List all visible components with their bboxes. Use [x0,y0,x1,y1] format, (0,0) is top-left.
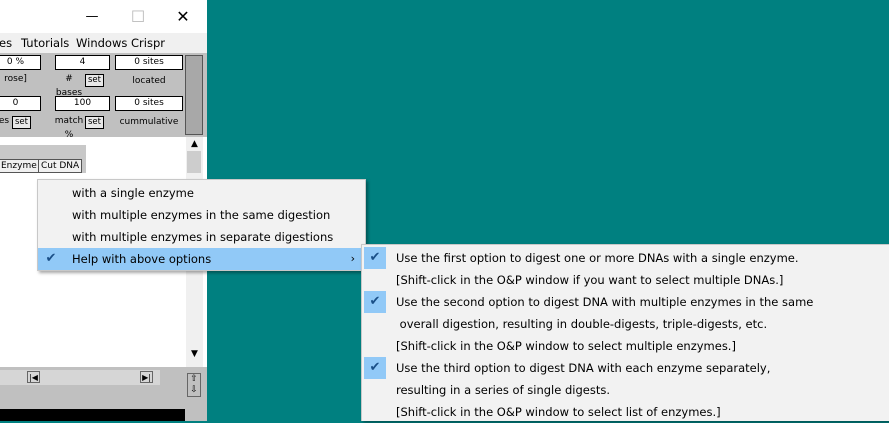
help-item-8[interactable]: [Shift-click in the O&P window to select… [362,401,889,423]
panel-scroll-track[interactable] [185,55,203,135]
help-item-label: overall digestion, resulting in double-d… [396,317,768,331]
menu-item-label: with multiple enzymes in the same digest… [72,208,331,222]
menu-item-crispr[interactable]: Crispr [131,36,165,50]
sites-cumulative-value[interactable]: 0 sites [115,96,183,111]
resize-icon[interactable]: ⇧ ⇩ [187,373,201,397]
help-submenu: ✔ Use the first option to digest one or … [361,244,889,421]
scroll-up-icon[interactable]: ▲ [186,139,203,149]
percent-value[interactable]: 0 % [0,55,41,70]
menu-item-help-options[interactable]: ✔ Help with above options › [38,248,365,270]
help-item-label: [Shift-click in the O&P window if you wa… [396,273,784,287]
scroll-down-icon[interactable]: ▼ [186,349,203,359]
menu-item-same-digestion[interactable]: with multiple enzymes in the same digest… [38,204,365,226]
scroll-last-icon[interactable]: ▶| [140,371,153,383]
title-bar[interactable]: — ☐ ✕ [0,0,207,32]
help-item-4[interactable]: overall digestion, resulting in double-d… [362,313,889,335]
checkmark-icon: ✔ [364,357,386,379]
help-item-5[interactable]: [Shift-click in the O&P window to select… [362,335,889,357]
maximize-icon: ☐ [130,6,146,26]
status-bar [0,409,185,421]
match-set-button[interactable]: set [85,116,104,129]
help-item-label: Use the second option to digest DNA with… [396,295,814,309]
close-icon: ✕ [176,6,190,26]
menu-item-partial[interactable]: es [0,36,12,50]
match-value[interactable]: 100 [55,96,110,111]
help-item-label: resulting in a series of single digests. [396,383,610,397]
menu-item-label: Help with above options [72,252,212,266]
scroll-first-icon[interactable]: |◀ [27,371,40,383]
sites-cumulative-label: cummulative [119,117,179,127]
checkmark-icon: ✔ [364,291,386,313]
bottom-strip: |◀ ▶| ⇧ ⇩ [0,367,207,421]
help-item-6[interactable]: ✔ Use the third option to digest DNA wit… [362,357,889,379]
cut-dna-button[interactable]: Cut DNA [38,159,83,173]
bases-set-button[interactable]: set [85,74,104,87]
menu-item-windows[interactable]: Windows [76,36,127,50]
menu-item-tutorials[interactable]: Tutorials [21,36,69,50]
minimize-icon: — [85,8,99,24]
help-item-label: Use the first option to digest one or mo… [396,251,799,265]
enzyme-button[interactable]: Enzyme [0,159,40,173]
menu-item-separate-digestions[interactable]: with multiple enzymes in separate digest… [38,226,365,248]
help-item-label: [Shift-click in the O&P window to select… [396,339,736,353]
menu-item-single-enzyme[interactable]: with a single enzyme [38,182,365,204]
help-item-3[interactable]: ✔ Use the second option to digest DNA wi… [362,291,889,313]
minimize-button[interactable]: — [69,0,115,32]
close-button[interactable]: ✕ [160,0,206,32]
left-value-2[interactable]: 0 [0,96,41,111]
left-label-2: es [0,116,10,126]
help-item-label: Use the third option to digest DNA with … [396,361,771,375]
horizontal-scroll-track[interactable] [0,370,160,385]
help-item-1[interactable]: ✔ Use the first option to digest one or … [362,247,889,269]
scroll-thumb[interactable] [187,151,201,173]
bases-value[interactable]: 4 [55,55,110,70]
percent-label: rose] [4,74,27,84]
help-item-7[interactable]: resulting in a series of single digests. [362,379,889,401]
checkmark-icon: ✔ [45,251,57,266]
parameter-panel: 0 % rose] 4 # bases set 0 sites located … [0,53,207,140]
digest-menu: with a single enzyme with multiple enzym… [37,179,366,271]
left-set-button[interactable]: set [12,116,31,129]
help-item-2[interactable]: [Shift-click in the O&P window if you wa… [362,269,889,291]
checkmark-icon: ✔ [364,247,386,269]
maximize-button[interactable]: ☐ [115,0,161,32]
menu-bar: es Tutorials Windows Crispr [0,33,207,53]
submenu-arrow-icon: › [350,252,355,265]
menu-item-label: with multiple enzymes in separate digest… [72,230,334,244]
help-item-label: [Shift-click in the O&P window to select… [396,405,721,419]
sites-located-value[interactable]: 0 sites [115,55,183,70]
menu-item-label: with a single enzyme [72,186,194,200]
sites-located-label: located [132,76,166,86]
